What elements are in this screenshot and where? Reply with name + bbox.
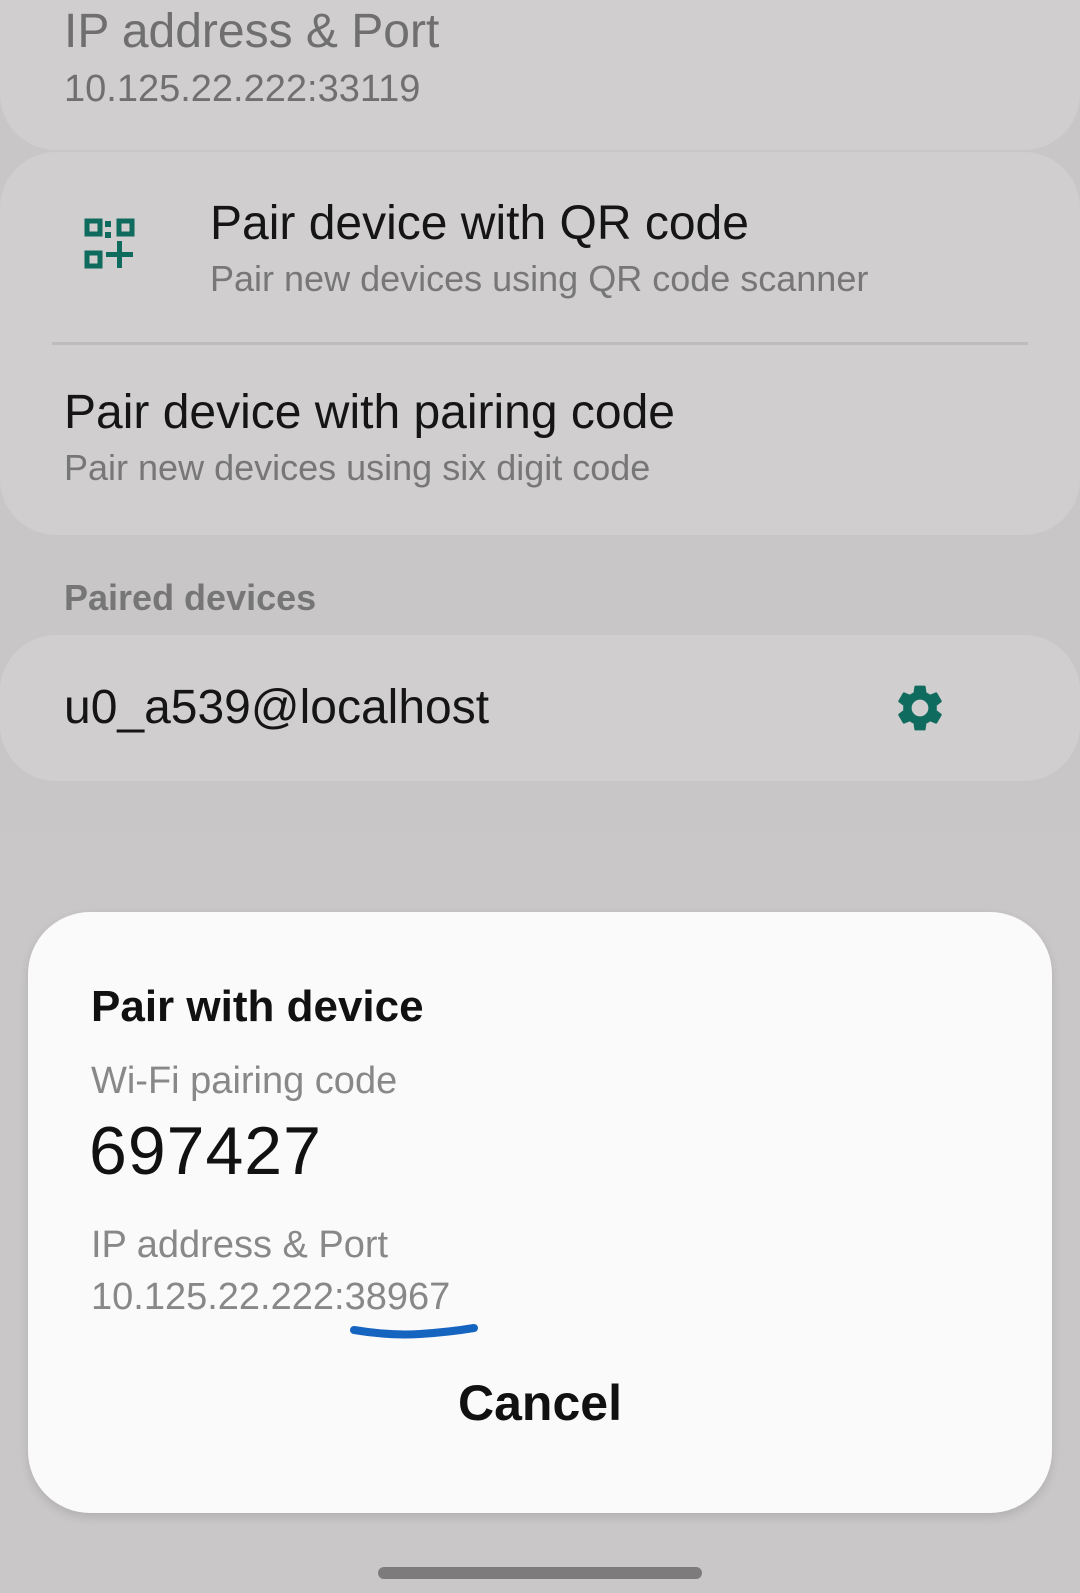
pair-code-option[interactable]: Pair device with pairing code Pair new d… [0,347,1080,535]
pair-code-subtitle: Pair new devices using six digit code [64,447,651,488]
pairing-options-card: Pair device with QR code Pair new device… [0,152,1080,535]
cancel-button[interactable]: Cancel [28,1374,1052,1432]
dialog-title: Pair with device [91,982,424,1031]
ip-address-card: IP address & Port 10.125.22.222:33119 [0,0,1080,150]
qr-code-add-icon [84,218,135,269]
dialog-address-label: IP address & Port [91,1224,389,1266]
gear-icon[interactable] [892,680,948,736]
pairing-code-value: 697427 [89,1113,322,1189]
paired-device-row[interactable]: u0_a539@localhost [0,635,1080,781]
paired-devices-label: Paired devices [64,577,317,618]
pair-qr-subtitle: Pair new devices using QR code scanner [210,258,869,299]
divider [52,342,1028,345]
ip-address-title: IP address & Port [64,5,440,58]
port-underline-annotation [350,1324,478,1339]
ip-address-value: 10.125.22.222:33119 [64,68,421,110]
dialog-address-value: 10.125.22.222:38967 [91,1276,451,1318]
pairing-code-label: Wi-Fi pairing code [91,1060,398,1102]
home-indicator[interactable] [378,1567,702,1579]
pair-qr-title: Pair device with QR code [210,197,749,250]
pair-code-title: Pair device with pairing code [64,386,675,439]
pair-qr-option[interactable]: Pair device with QR code Pair new device… [0,152,1080,342]
paired-device-name: u0_a539@localhost [64,681,490,734]
pair-dialog: Pair with device Wi-Fi pairing code 6974… [28,912,1052,1513]
